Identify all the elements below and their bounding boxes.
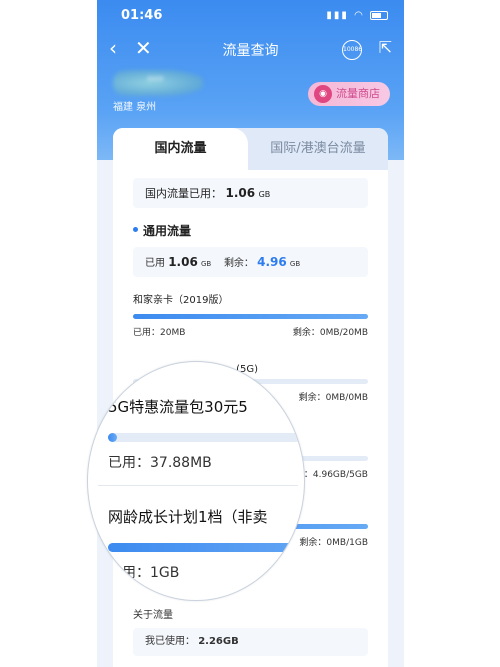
total-usage-label: 我已使用： — [145, 636, 195, 647]
package-remaining: 剩余：0MB/20MB — [292, 328, 368, 338]
package-item[interactable]: 和家亲卡（2019版） 已用：20MB 剩余：0MB/20MB — [133, 291, 368, 338]
general-usage-box: 已用 1.06 GB 剩余： 4.96 GB — [133, 247, 368, 277]
magnified-progress-fill — [108, 433, 117, 442]
magnified-used: 已用：1GB — [108, 565, 180, 581]
status-bar: 01:46 ▮▮▮ ◠ — [97, 8, 404, 28]
store-icon: ◉ — [314, 85, 332, 103]
magnified-package-title: 网龄成长计划1档（非卖 — [108, 508, 268, 526]
nav-bar: ‹ ✕ 流量查询 10086 ⇱ — [97, 36, 404, 64]
magnified-progress-bar — [108, 433, 304, 442]
total-usage-box: 我已使用： 2.26GB — [133, 628, 368, 656]
package-name: 和家亲卡（2019版） — [133, 295, 229, 306]
bottom-section-title: 关于流量 — [133, 610, 173, 621]
domestic-usage-label: 国内流量已用： — [145, 187, 222, 200]
battery-icon — [370, 10, 388, 20]
package-used: 已用：20MB — [133, 328, 186, 338]
masked-phone-number: *** — [113, 70, 203, 96]
signal-icon: ▮▮▮ — [326, 10, 349, 21]
status-time: 01:46 — [121, 8, 163, 23]
general-traffic-title: 通用流量 — [133, 222, 368, 239]
traffic-store-button[interactable]: ◉ 流量商店 — [308, 82, 390, 106]
tab-domestic[interactable]: 国内流量 — [113, 128, 248, 170]
remaining-value: 4.96 — [257, 255, 287, 269]
tab-international[interactable]: 国际/港澳台流量 — [248, 128, 388, 170]
magnified-used: 已用：37.88MB — [108, 455, 212, 471]
magnified-package-item: 网龄成长计划1档（非卖 已用：1GB — [108, 506, 304, 582]
magnified-progress-fill — [108, 543, 304, 552]
share-icon[interactable]: ⇱ — [379, 38, 392, 57]
total-usage-value: 2.26GB — [198, 636, 239, 647]
package-progress-bar — [133, 314, 368, 319]
magnified-package-item: 5G特惠流量包30元5 已用：37.88MB — [108, 396, 304, 472]
domestic-usage-summary: 国内流量已用： 1.06 GB — [133, 178, 368, 208]
package-progress-fill — [133, 314, 368, 319]
remaining-unit: GB — [289, 260, 301, 268]
store-button-label: 流量商店 — [336, 87, 380, 100]
remaining-label: 剩余： — [223, 258, 254, 269]
wifi-icon: ◠ — [354, 10, 365, 21]
divider — [98, 485, 298, 486]
used-value: 1.06 — [168, 255, 198, 269]
masked-number-text: *** — [147, 74, 164, 87]
magnified-progress-bar — [108, 543, 304, 552]
traffic-tabs: 国内流量 国际/港澳台流量 — [113, 128, 388, 170]
package-remaining: 剩余：0MB/1GB — [299, 538, 368, 548]
magnifier-lens: 5G特惠流量包30元5 已用：37.88MB 网龄成长计划1档（非卖 已用：1G… — [87, 361, 305, 601]
user-location: 福建 泉州 — [113, 102, 157, 113]
package-remaining: 剩余：0MB/0MB — [298, 393, 368, 403]
domestic-usage-unit: GB — [258, 190, 271, 199]
used-unit: GB — [200, 260, 212, 268]
customer-service-icon[interactable]: 10086 — [342, 40, 362, 60]
magnified-package-title: 5G特惠流量包30元5 — [108, 398, 248, 416]
user-info: *** 福建 泉州 — [113, 70, 203, 113]
used-label: 已用 — [145, 258, 165, 269]
status-icons: ▮▮▮ ◠ — [326, 10, 388, 21]
package-usage-row: 已用：20MB 剩余：0MB/20MB — [133, 325, 368, 338]
domestic-usage-value: 1.06 — [225, 186, 256, 200]
